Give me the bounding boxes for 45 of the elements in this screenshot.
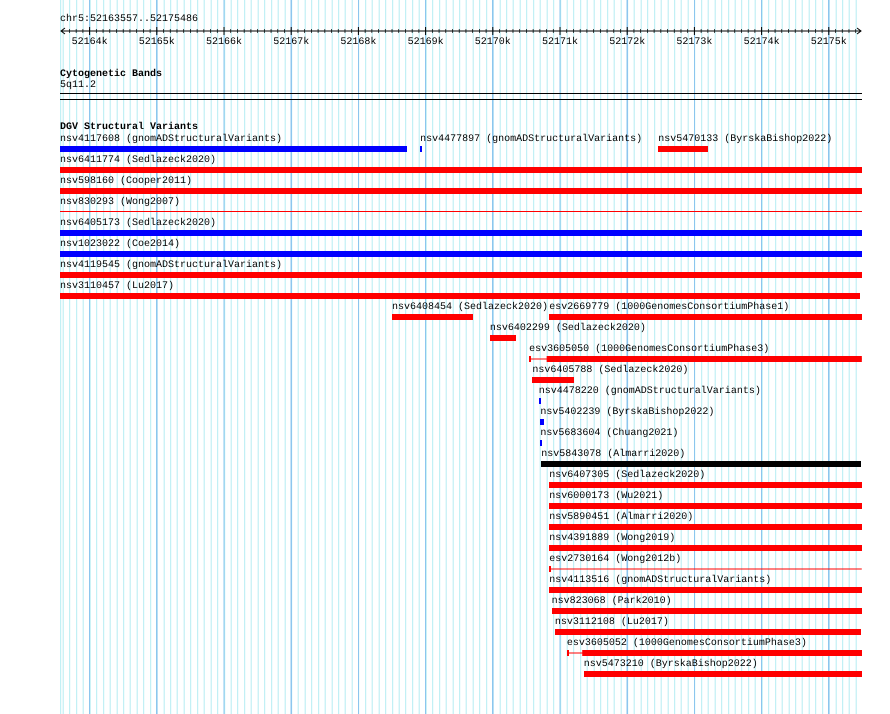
variant-label: nsv3110457 (Lu2017) — [60, 281, 174, 292]
variant-label: nsv5843078 (Almarri2020) — [541, 449, 686, 460]
variant-label: nsv5470133 (ByrskaBishop2022) — [658, 134, 832, 145]
variant-label: nsv830293 (Wong2007) — [60, 197, 180, 208]
variant-label: nsv4117608 (gnomADStructuralVariants) — [60, 134, 282, 145]
variant-label: nsv6407305 (Sedlazeck2020) — [549, 470, 706, 481]
variant-label: nsv6402299 (Sedlazeck2020) — [490, 323, 646, 334]
variant-label: nsv4391889 (Wong2019) — [549, 533, 676, 544]
variant-label: nsv5890451 (Almarri2020) — [549, 512, 694, 523]
variant-label: nsv4113516 (gnomADStructuralVariants) — [549, 575, 772, 586]
tick-label: 52168k — [340, 37, 376, 48]
variant-label: nsv6411774 (Sedlazeck2020) — [60, 155, 216, 166]
tick-label: 52174k — [744, 37, 780, 48]
variant-label: esv3605050 (1000GenomesConsortiumPhase3) — [529, 344, 770, 355]
variant-label: nsv4478220 (gnomADStructuralVariants) — [538, 386, 761, 397]
tick-label: 52171k — [542, 37, 578, 48]
variant-label: nsv5402239 (ByrskaBishop2022) — [540, 407, 714, 418]
tick-label: 52172k — [609, 37, 646, 48]
tick-label: 52170k — [474, 37, 511, 48]
variant-label: nsv823068 (Park2010) — [552, 596, 672, 607]
ruler-title: chr5:52163557..52175486 — [60, 14, 200, 25]
variant-label: nsv3112108 (Lu2017) — [554, 617, 669, 628]
variant-label: nsv4477897 (gnomADStructuralVariants) — [420, 134, 642, 145]
tick-label: 52167k — [273, 37, 310, 48]
variant-label: nsv598160 (Cooper2011) — [60, 176, 192, 187]
tick-label: 52175k — [810, 37, 847, 48]
variant-label: esv2669779 (1000GenomesConsortiumPhase1) — [549, 302, 790, 313]
tick-label: 52166k — [206, 37, 242, 48]
track-title: Cytogenetic Bands — [60, 69, 162, 80]
variant-label: nsv6000173 (Wu2021) — [549, 491, 664, 502]
tick-label: 52169k — [408, 37, 444, 48]
tick-label: 52173k — [676, 37, 712, 48]
band-label: 5q11.2 — [60, 80, 96, 91]
variant-label: nsv6405788 (Sedlazeck2020) — [532, 365, 688, 376]
variant-label: nsv5473210 (ByrskaBishop2022) — [584, 659, 758, 670]
track-title: DGV Structural Variants — [60, 122, 198, 133]
variant-label: esv2730164 (Wong2012b) — [549, 554, 682, 565]
variant-label: nsv6405173 (Sedlazeck2020) — [60, 218, 216, 229]
variant-label: nsv6408454 (Sedlazeck2020) — [392, 302, 548, 313]
variant-label: nsv1023022 (Coe2014) — [60, 239, 180, 250]
tick-label: 52164k — [72, 37, 108, 48]
variant-label: nsv4119545 (gnomADStructuralVariants) — [60, 260, 282, 271]
variant-label: nsv5683604 (Chuang2021) — [540, 428, 678, 439]
tick-label: 52165k — [138, 37, 175, 48]
variant-label: esv3605052 (1000GenomesConsortiumPhase3) — [566, 638, 807, 649]
